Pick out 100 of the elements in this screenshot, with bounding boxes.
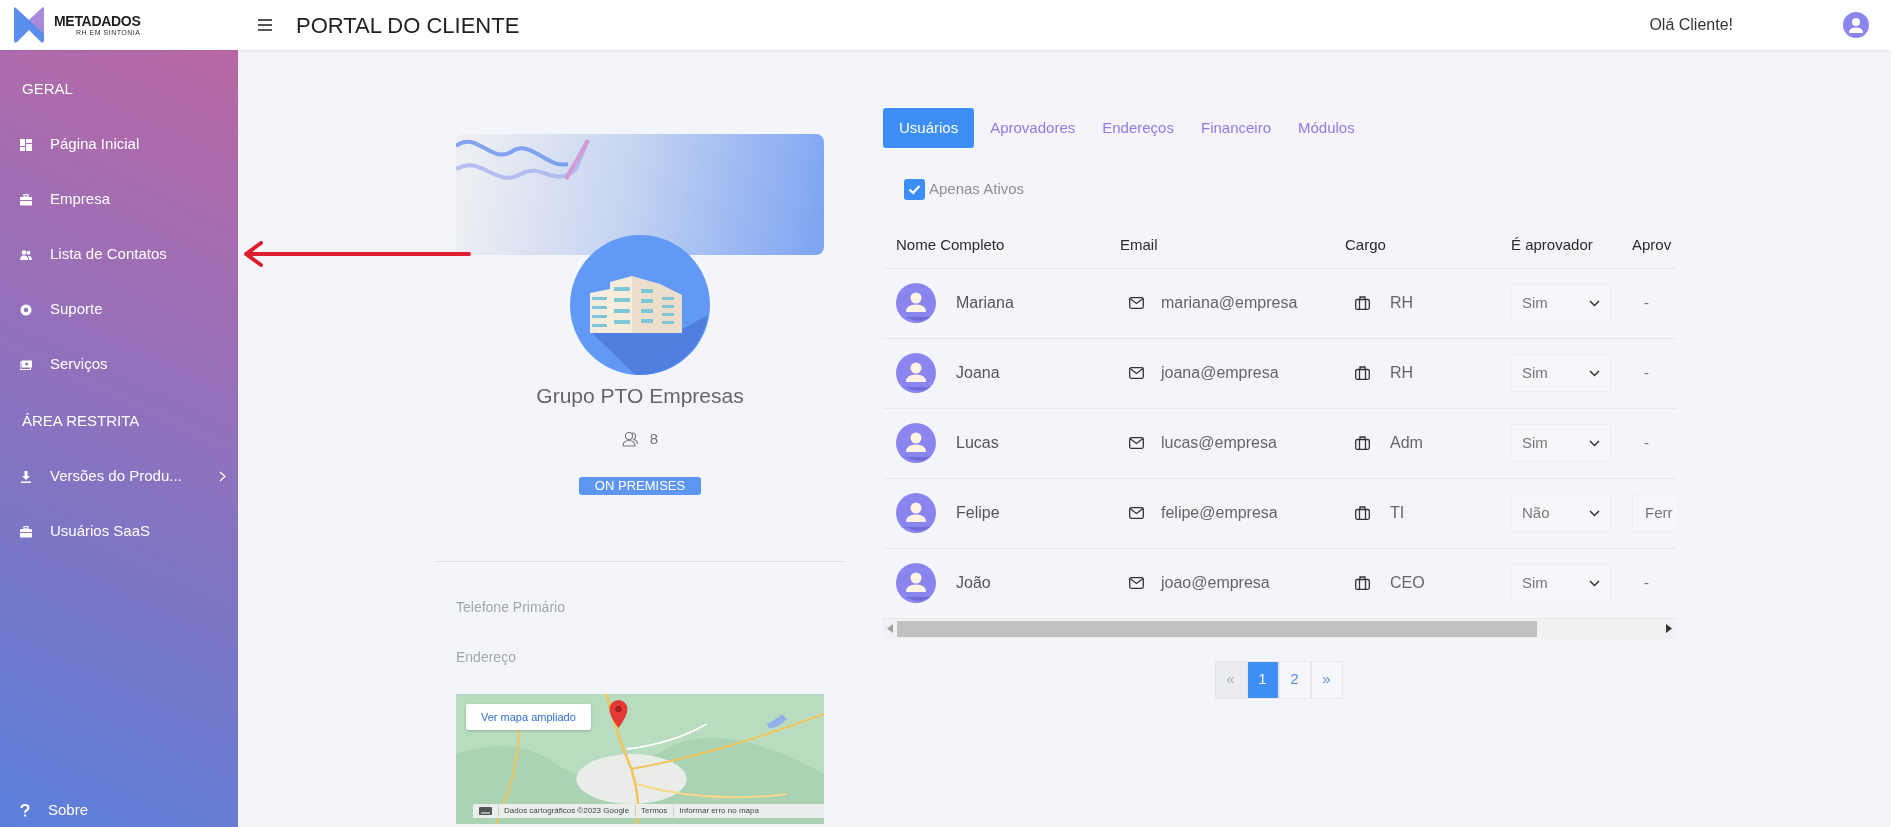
table-cell-text: - — [1643, 572, 1650, 593]
menu-icon[interactable] — [258, 19, 272, 31]
table-cell-text: - — [1643, 432, 1650, 453]
avatar-icon — [896, 353, 936, 393]
briefcase-icon — [1355, 366, 1370, 380]
user-avatar-icon[interactable] — [1843, 12, 1869, 38]
money-icon — [20, 358, 32, 371]
tab[interactable]: Usuários — [883, 108, 975, 148]
user-role: TI — [1390, 503, 1405, 523]
briefcase-icon — [20, 525, 32, 538]
chevron-icon — [1589, 579, 1600, 587]
avatar-icon — [896, 563, 936, 603]
nav-item[interactable]: Serviços — [0, 337, 238, 392]
field-label: Telefone Primário — [456, 602, 566, 612]
section-heading: ÁREA RESTRITA — [21, 411, 141, 431]
chevron-icon — [1589, 439, 1600, 447]
keyboard-icon[interactable] — [479, 807, 492, 815]
mail-icon — [1129, 297, 1144, 309]
nav-item[interactable]: Versões do Produ... — [0, 449, 238, 504]
user-role: Adm — [1390, 433, 1423, 453]
column-header: Cargo — [1345, 234, 1387, 255]
briefcase-icon — [20, 193, 32, 206]
tab[interactable]: Endereços — [1091, 108, 1185, 148]
approver-select[interactable]: Sim — [1511, 564, 1611, 602]
user-role: RH — [1390, 363, 1414, 383]
users-icon — [621, 430, 638, 447]
nav-item[interactable]: Sobre — [0, 795, 238, 825]
user-name: João — [956, 573, 991, 593]
checkbox-label: Apenas Ativos — [929, 179, 1025, 199]
map-attribution-link[interactable]: Informar erro no mapa — [673, 805, 759, 817]
tab[interactable]: Financeiro — [1189, 108, 1282, 148]
avatar-icon — [896, 493, 936, 533]
greeting: Olá Cliente! — [1649, 15, 1733, 35]
company-name: Grupo PTO Empresas — [536, 383, 744, 409]
mail-icon — [1129, 437, 1144, 449]
help-icon — [20, 803, 30, 817]
user-email: joao@empresa — [1161, 573, 1270, 593]
users-icon — [20, 248, 32, 261]
user-name: Joana — [956, 363, 1000, 383]
support-icon — [20, 303, 32, 316]
user-email: mariana@empresa — [1161, 293, 1298, 313]
briefcase-icon — [1355, 506, 1370, 520]
column-header: Nome Completo — [895, 234, 1006, 255]
column-header: Aprov — [1632, 234, 1673, 255]
dashboard-icon — [20, 138, 32, 151]
briefcase-icon — [1355, 576, 1370, 590]
column-header: Email — [1120, 234, 1159, 255]
user-role: CEO — [1390, 573, 1425, 593]
table-cell-text: - — [1643, 362, 1650, 383]
chevron-icon — [1589, 369, 1600, 377]
download-icon — [20, 470, 32, 483]
checkmark-icon — [908, 183, 921, 195]
chevron-icon — [1589, 509, 1600, 517]
nav-item[interactable]: Página Inicial — [0, 117, 238, 172]
scroll-right-icon[interactable] — [1666, 624, 1672, 633]
enlarge-map-link[interactable]: Ver mapa ampliado — [466, 704, 591, 730]
mail-icon — [1129, 367, 1144, 379]
brand-name: METADADOS — [54, 14, 141, 28]
user-name: Mariana — [956, 293, 1014, 313]
page-button[interactable]: 1 — [1246, 660, 1279, 699]
approver-select[interactable]: Sim — [1511, 354, 1611, 392]
checkbox[interactable] — [904, 178, 925, 200]
user-email: felipe@empresa — [1161, 503, 1278, 523]
page-button[interactable]: 2 — [1278, 660, 1311, 699]
avatar-icon — [896, 423, 936, 463]
chevron-icon — [219, 471, 226, 482]
briefcase-icon — [1355, 436, 1370, 450]
nav-item[interactable]: Lista de Contatos — [0, 227, 238, 282]
chevron-icon — [1589, 299, 1600, 307]
plan-badge: ON PREMISES — [578, 477, 702, 495]
scroll-left-icon[interactable] — [887, 624, 893, 633]
scrollbar-thumb[interactable] — [897, 620, 1537, 637]
building-icon — [570, 235, 710, 375]
tab[interactable]: Aprovadores — [979, 108, 1087, 148]
user-count: 8 — [649, 428, 659, 449]
tab[interactable]: Módulos — [1287, 108, 1366, 148]
horizontal-scrollbar[interactable] — [883, 618, 1676, 639]
map-attribution-link[interactable]: Termos — [635, 805, 668, 817]
user-email: joana@empresa — [1161, 363, 1279, 383]
approver-select[interactable]: Sim — [1511, 284, 1611, 322]
user-email: lucas@empresa — [1161, 433, 1277, 453]
page-button[interactable]: » — [1310, 660, 1343, 699]
avatar-icon — [896, 283, 936, 323]
map-attribution-link[interactable]: Dados cartográficos ©2023 Google — [498, 805, 630, 817]
nav-item[interactable]: Usuários SaaS — [0, 504, 238, 559]
mail-icon — [1129, 507, 1144, 519]
approver-list-select[interactable]: Ferr — [1632, 494, 1676, 532]
user-name: Felipe — [956, 503, 1000, 523]
mail-icon — [1129, 577, 1144, 589]
table-cell-text: - — [1643, 292, 1650, 313]
nav-item[interactable]: Empresa — [0, 172, 238, 227]
logo-icon — [14, 6, 44, 44]
approver-select[interactable]: Não — [1511, 494, 1611, 532]
section-heading: GERAL — [21, 79, 74, 99]
user-name: Lucas — [956, 433, 999, 453]
briefcase-icon — [1355, 296, 1370, 310]
nav-item[interactable]: Suporte — [0, 282, 238, 337]
user-role: RH — [1390, 293, 1414, 313]
column-header: É aprovador — [1511, 234, 1594, 255]
approver-select[interactable]: Sim — [1511, 424, 1611, 462]
